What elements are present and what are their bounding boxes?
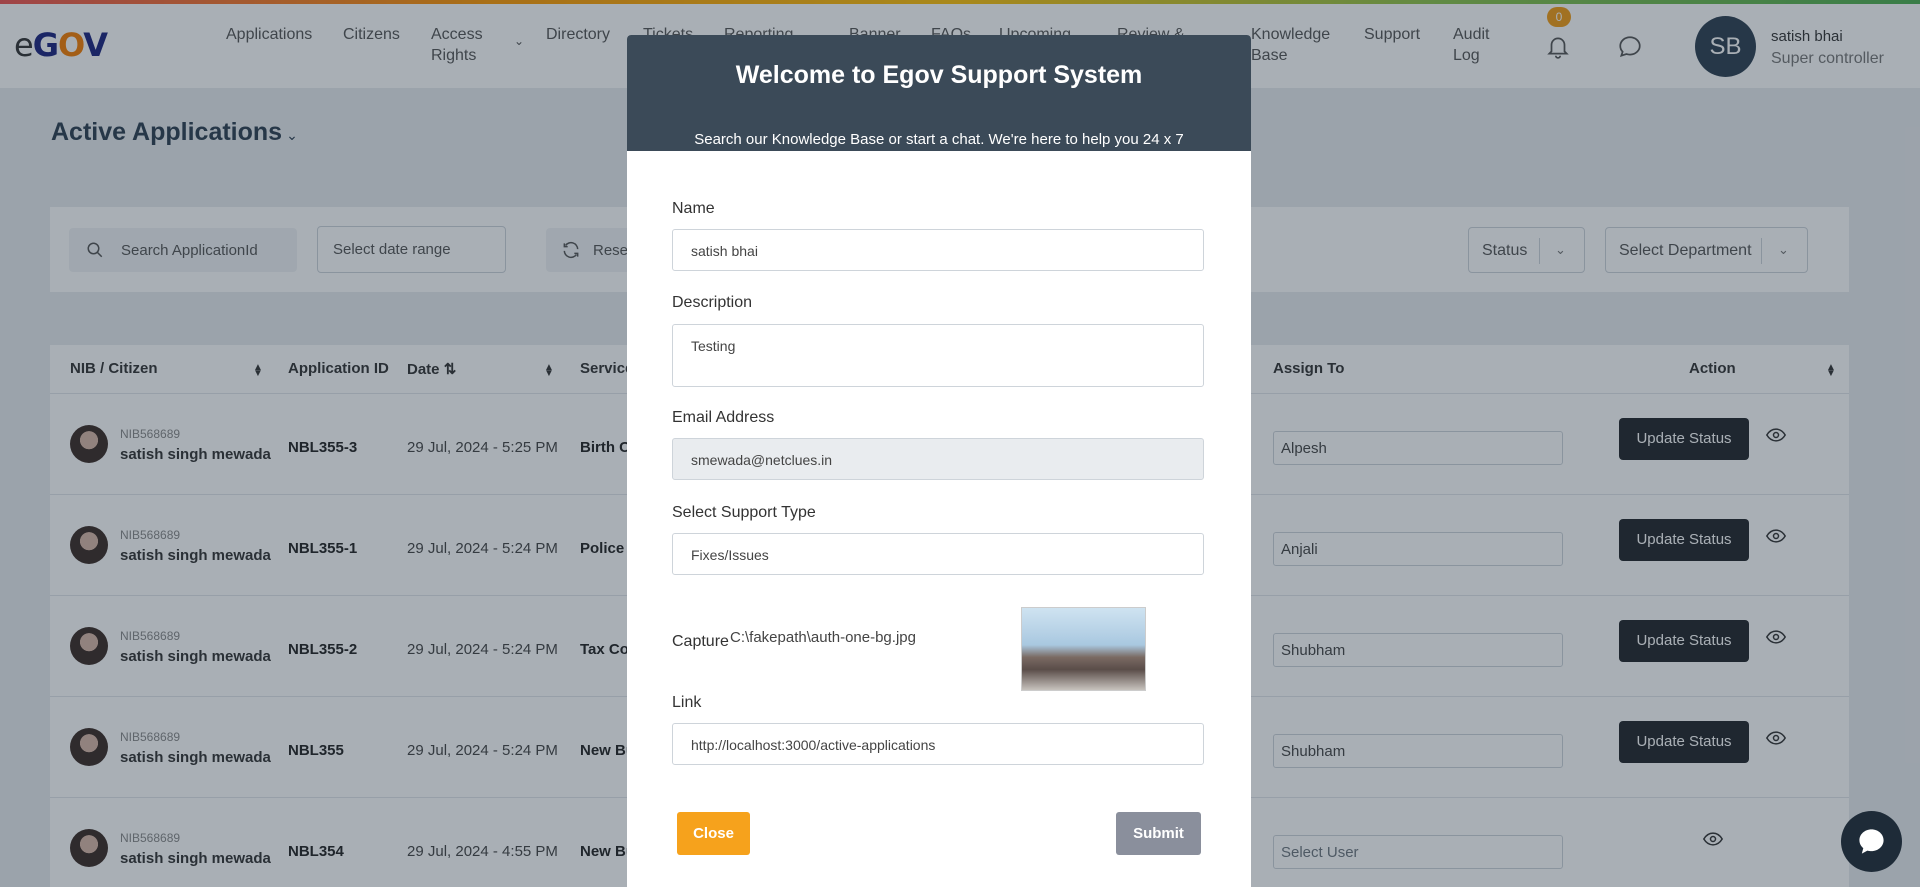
modal-subtitle: Search our Knowledge Base or start a cha…: [694, 131, 1184, 148]
support-modal: Welcome to Egov Support System Search ou…: [627, 35, 1251, 887]
close-button[interactable]: Close: [677, 812, 750, 855]
link-label: Link: [672, 694, 702, 711]
capture-preview-image: [1021, 607, 1146, 691]
chat-icon: [1859, 829, 1884, 854]
capture-file-input[interactable]: C:\fakepath\auth-one-bg.jpg: [730, 629, 916, 646]
link-field[interactable]: http://localhost:3000/active-application…: [672, 723, 1204, 765]
chat-launcher-button[interactable]: [1841, 811, 1902, 872]
capture-label: Capture: [672, 633, 729, 650]
name-field[interactable]: satish bhai: [672, 229, 1204, 271]
name-label: Name: [672, 200, 715, 217]
description-field[interactable]: Testing: [672, 324, 1204, 387]
description-label: Description: [672, 294, 753, 311]
support-type-select[interactable]: Fixes/Issues: [672, 533, 1204, 575]
modal-title: Welcome to Egov Support System: [735, 61, 1143, 89]
email-label: Email Address: [672, 409, 775, 426]
email-field[interactable]: smewada@netclues.in: [672, 438, 1204, 480]
modal-header: Welcome to Egov Support System Search ou…: [627, 35, 1251, 151]
submit-button[interactable]: Submit: [1116, 812, 1201, 855]
support-type-label: Select Support Type: [672, 504, 816, 521]
